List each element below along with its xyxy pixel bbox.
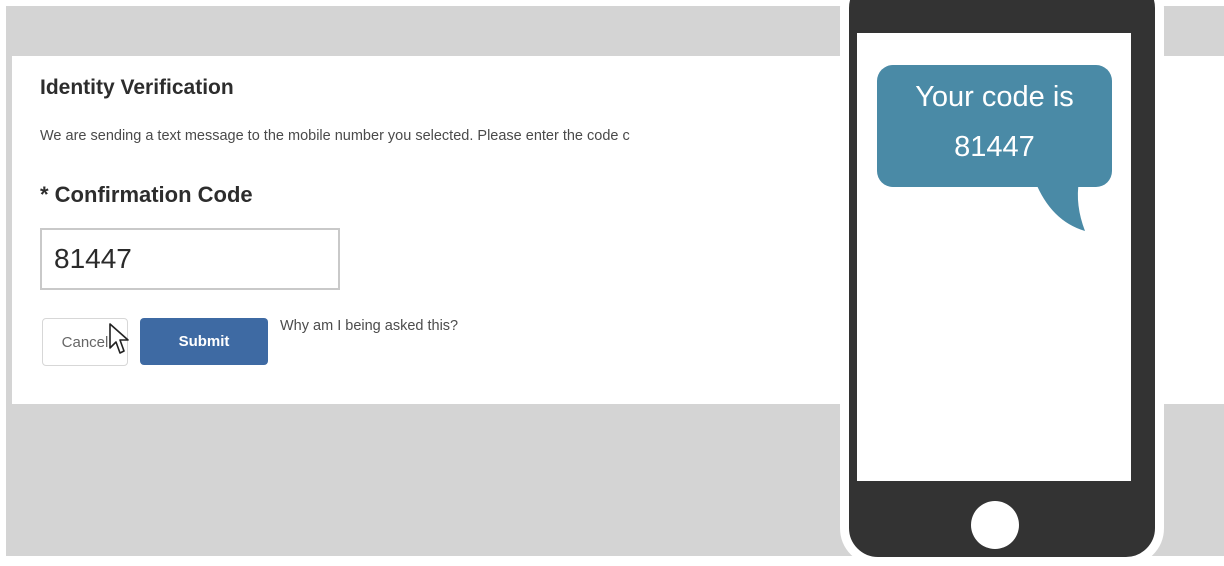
mouse-pointer-icon bbox=[109, 323, 129, 354]
phone-screen: Your code is 81447 bbox=[857, 33, 1131, 481]
phone-illustration: Your code is 81447 bbox=[840, 0, 1164, 566]
sms-message-bubble: Your code is 81447 bbox=[877, 65, 1112, 187]
page-title: Identity Verification bbox=[40, 76, 234, 99]
sms-message-line1: Your code is bbox=[915, 81, 1074, 113]
submit-button[interactable]: Submit bbox=[140, 318, 268, 365]
why-asked-link[interactable]: Why am I being asked this? bbox=[280, 318, 458, 334]
confirmation-code-label: * Confirmation Code bbox=[40, 182, 253, 207]
speech-bubble-tail bbox=[1035, 181, 1085, 231]
instruction-text: We are sending a text message to the mob… bbox=[40, 128, 630, 144]
phone-home-button bbox=[971, 501, 1019, 549]
sms-message-code: 81447 bbox=[954, 131, 1035, 163]
confirmation-code-input[interactable] bbox=[40, 228, 340, 290]
